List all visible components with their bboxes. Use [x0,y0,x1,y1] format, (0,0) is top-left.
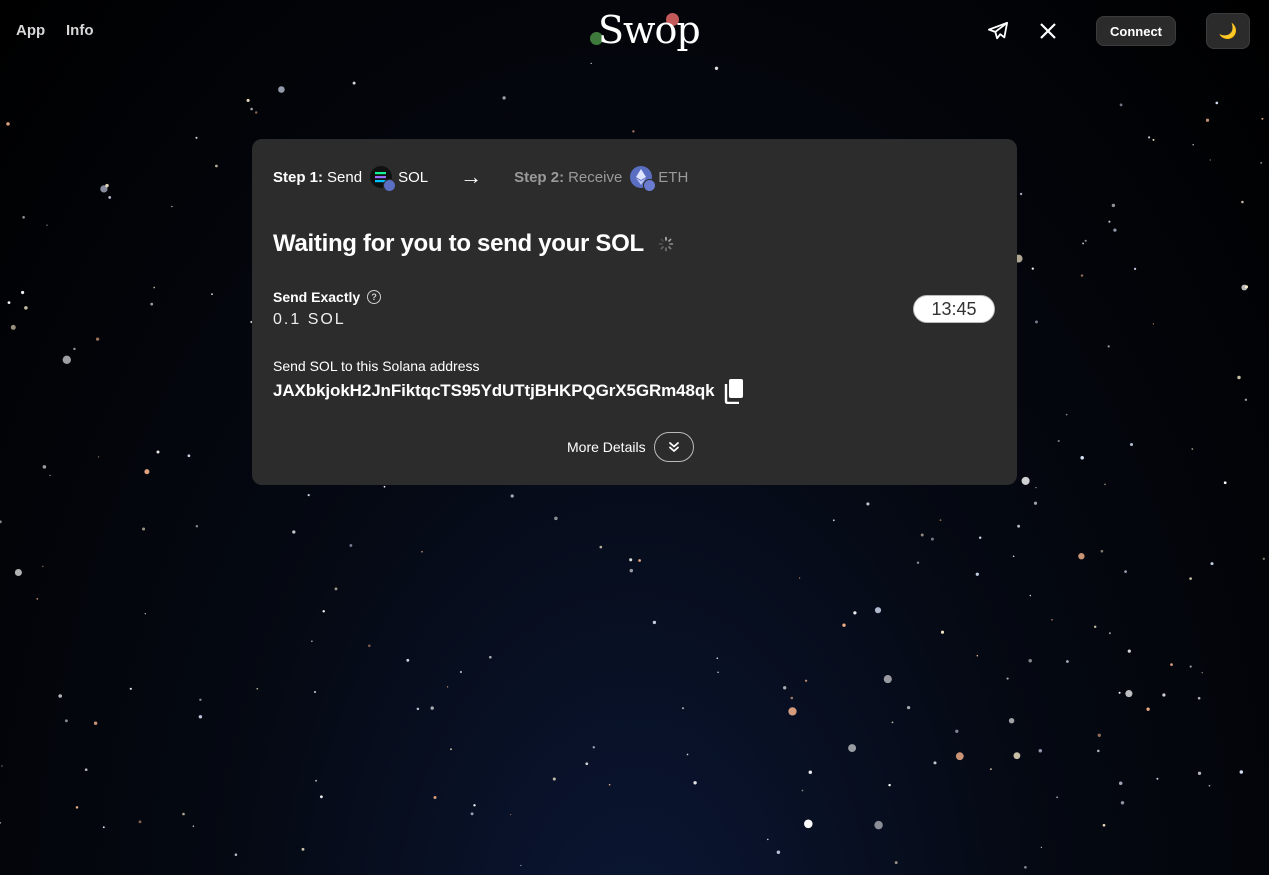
chevrons-down-icon [668,442,679,452]
arrow-right-icon: → [460,164,483,189]
eth-coin-icon [630,166,657,192]
swap-steps: Step 1: Send SOL → Step 2: Receive ETH [273,164,689,192]
top-header: App Info Swop Connect 🌙 [0,0,1269,64]
swop-logo[interactable]: Swop [590,8,701,54]
step1-action: Send [327,168,363,186]
sol-coin-icon [370,166,397,192]
x-twitter-icon[interactable] [1036,19,1060,43]
more-details-label[interactable]: More Details [567,439,646,455]
telegram-icon[interactable] [985,19,1011,43]
step2-coin: ETH [658,168,689,186]
theme-toggle-button[interactable]: 🌙 [1206,13,1250,49]
step1-prefix: Step 1: [273,168,324,186]
deposit-address[interactable]: JAXbkjokH2JnFiktqcTS95YdUTtjBHKPQGrX5GRm… [273,381,715,401]
more-details-toggle[interactable]: More Details [567,432,694,462]
waiting-title: Waiting for you to send your SOL [273,230,674,258]
logo-text: Swop [598,8,701,52]
loading-spinner-icon [658,236,674,252]
send-amount: 0.1 SOL [273,311,346,328]
step1-coin: SOL [398,168,429,186]
swap-status-card: Step 1: Send SOL → Step 2: Receive ETH W… [252,139,1017,485]
address-row: JAXbkjokH2JnFiktqcTS95YdUTtjBHKPQGrX5GRm… [273,378,745,404]
connect-button[interactable]: Connect [1096,16,1176,46]
step2-prefix: Step 2: [514,168,565,186]
waiting-title-text: Waiting for you to send your SOL [273,230,644,257]
send-exactly-text: Send Exactly [273,289,361,305]
more-details-button[interactable] [653,432,694,462]
send-exactly-label: Send Exactly ? [273,289,382,305]
help-icon[interactable]: ? [367,290,382,304]
nav-info-link[interactable]: Info [66,22,94,39]
countdown-timer: 13:45 [913,295,995,323]
step2-action: Receive [568,168,623,186]
nav-app-link[interactable]: App [16,22,45,39]
address-label: Send SOL to this Solana address [273,358,480,374]
moon-icon: 🌙 [1218,23,1238,40]
copy-icon[interactable] [723,378,745,404]
